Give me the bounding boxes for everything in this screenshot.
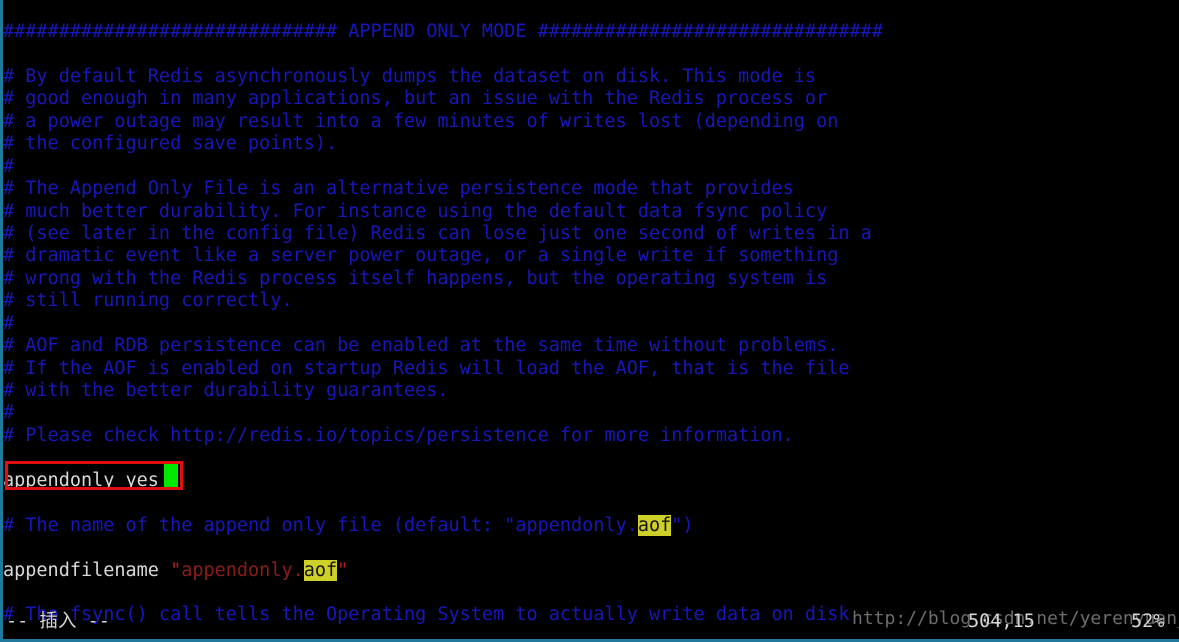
line-segment: # still running correctly.	[3, 290, 293, 312]
terminal-window: ############################## APPEND ON…	[0, 0, 1179, 642]
line-segment: # By default Redis asynchronously dumps …	[3, 65, 817, 87]
line-segment: # The name of the append only file (defa…	[3, 514, 638, 536]
editor-line[interactable]: # good enough in many applications, but …	[3, 88, 1179, 110]
editor-line[interactable]	[3, 447, 1179, 469]
editor-line[interactable]: # Please check http://redis.io/topics/pe…	[3, 425, 1179, 447]
line-segment: # wrong with the Redis process itself ha…	[3, 267, 828, 289]
line-segment: "	[170, 559, 182, 581]
status-cursor-position: 504,15	[968, 611, 1035, 632]
editor-line[interactable]: # If the AOF is enabled on startup Redis…	[3, 358, 1179, 380]
line-segment: appendonly.	[181, 559, 304, 581]
text-cursor-block	[164, 464, 178, 487]
editor-line[interactable]: # By default Redis asynchronously dumps …	[3, 66, 1179, 88]
editor-line[interactable]	[3, 537, 1179, 559]
editor-line[interactable]: #	[3, 313, 1179, 335]
vim-status-line: -- 插入 -- 504,15 52%	[3, 608, 1179, 636]
status-scroll-percent: 52%	[1131, 611, 1165, 632]
editor-line[interactable]: # (see later in the config file) Redis c…	[3, 223, 1179, 245]
line-segment: appendonly yes	[3, 469, 159, 491]
line-segment: #	[3, 155, 15, 177]
line-segment: # If the AOF is enabled on startup Redis…	[3, 357, 850, 379]
line-segment: # much better durability. For instance u…	[3, 200, 828, 222]
line-segment: "	[337, 559, 349, 581]
editor-line[interactable]: # wrong with the Redis process itself ha…	[3, 268, 1179, 290]
editor-line[interactable]: # a power outage may result into a few m…	[3, 111, 1179, 133]
editor-line[interactable]: ############################## APPEND ON…	[3, 21, 1179, 43]
editor-line[interactable]: # AOF and RDB persistence can be enabled…	[3, 335, 1179, 357]
editor-line[interactable]	[3, 492, 1179, 514]
line-segment: # the configured save points).	[3, 133, 338, 155]
editor-line[interactable]	[3, 43, 1179, 65]
line-segment: # Please check http://redis.io/topics/pe…	[3, 424, 794, 446]
line-segment: # The Append Only File is an alternative…	[3, 178, 794, 200]
editor-line[interactable]: appendonly yes	[3, 470, 1179, 492]
editor-line[interactable]: #	[3, 402, 1179, 424]
editor-line[interactable]: #	[3, 156, 1179, 178]
search-match-highlight: aof	[637, 514, 672, 536]
editor-line[interactable]	[3, 582, 1179, 604]
editor-line[interactable]: # The name of the append only file (defa…	[3, 514, 1179, 537]
line-segment: appendfilename	[3, 559, 171, 581]
line-segment: # AOF and RDB persistence can be enabled…	[3, 335, 839, 357]
line-segment: ############################## APPEND ON…	[3, 21, 883, 42]
editor-line[interactable]: # the configured save points).	[3, 133, 1179, 155]
editor-line[interactable]: # much better durability. For instance u…	[3, 201, 1179, 223]
line-segment: # good enough in many applications, but …	[3, 88, 828, 110]
vim-text-buffer[interactable]: ############################## APPEND ON…	[3, 21, 1179, 627]
line-segment: # a power outage may result into a few m…	[3, 110, 839, 132]
line-segment: # dramatic event like a server power out…	[3, 245, 839, 267]
search-match-highlight: aof	[303, 559, 338, 581]
editor-line[interactable]: # The Append Only File is an alternative…	[3, 178, 1179, 200]
editor-line[interactable]: # still running correctly.	[3, 290, 1179, 312]
editor-line[interactable]: # with the better durability guarantees.	[3, 380, 1179, 402]
line-segment: #	[3, 312, 15, 334]
status-mode-indicator: -- 插入 --	[6, 611, 110, 632]
editor-line[interactable]: # dramatic event like a server power out…	[3, 245, 1179, 267]
line-segment: #	[3, 402, 15, 424]
line-segment: ")	[671, 514, 694, 536]
line-segment: # with the better durability guarantees.	[3, 380, 449, 401]
editor-line[interactable]: appendfilename "appendonly.aof"	[3, 559, 1179, 582]
line-segment: # (see later in the config file) Redis c…	[3, 222, 872, 244]
